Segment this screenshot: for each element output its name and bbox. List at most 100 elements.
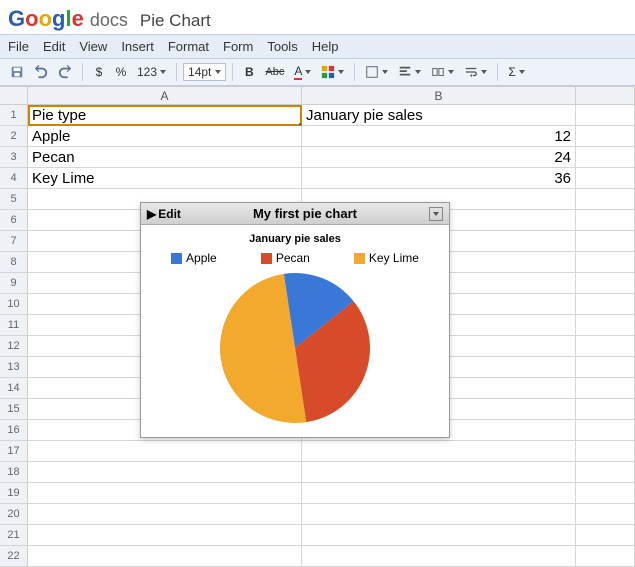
- cell-A17[interactable]: [28, 441, 302, 462]
- strike-button[interactable]: Abc: [261, 62, 288, 82]
- redo-icon[interactable]: [54, 62, 76, 82]
- cell-C10[interactable]: [576, 294, 635, 315]
- app-header: Google docs Pie Chart: [0, 0, 635, 34]
- undo-icon[interactable]: [30, 62, 52, 82]
- bold-button[interactable]: B: [239, 62, 259, 82]
- cell-B1[interactable]: January pie sales: [302, 105, 576, 126]
- row-header[interactable]: 20: [0, 504, 28, 525]
- cell-A4[interactable]: Key Lime: [28, 168, 302, 189]
- product-name: docs: [90, 10, 128, 31]
- cell-C7[interactable]: [576, 231, 635, 252]
- save-icon[interactable]: [6, 62, 28, 82]
- cell-A3[interactable]: Pecan: [28, 147, 302, 168]
- cell-A2[interactable]: Apple: [28, 126, 302, 147]
- row-header[interactable]: 9: [0, 273, 28, 294]
- cell-A18[interactable]: [28, 462, 302, 483]
- select-all-corner[interactable]: [0, 87, 28, 105]
- cell-C21[interactable]: [576, 525, 635, 546]
- cell-B22[interactable]: [302, 546, 576, 567]
- cell-B2[interactable]: 12: [302, 126, 576, 147]
- chart-header: ▶ Edit My first pie chart: [141, 203, 449, 225]
- cell-C15[interactable]: [576, 399, 635, 420]
- row-header[interactable]: 2: [0, 126, 28, 147]
- cell-B20[interactable]: [302, 504, 576, 525]
- menu-file[interactable]: File: [8, 39, 29, 54]
- cell-C14[interactable]: [576, 378, 635, 399]
- cell-C13[interactable]: [576, 357, 635, 378]
- borders-button[interactable]: [361, 62, 392, 82]
- document-title[interactable]: Pie Chart: [140, 11, 211, 31]
- row-header[interactable]: 6: [0, 210, 28, 231]
- row-header[interactable]: 16: [0, 420, 28, 441]
- row-header[interactable]: 19: [0, 483, 28, 504]
- wrap-button[interactable]: [460, 62, 491, 82]
- row-header[interactable]: 15: [0, 399, 28, 420]
- number-format[interactable]: 123: [133, 62, 170, 82]
- chart-subtitle: January pie sales: [149, 233, 441, 245]
- menu-tools[interactable]: Tools: [267, 39, 297, 54]
- col-header-C[interactable]: [576, 87, 635, 105]
- percent-format[interactable]: %: [111, 62, 131, 82]
- cell-C3[interactable]: [576, 147, 635, 168]
- cell-B19[interactable]: [302, 483, 576, 504]
- row-header[interactable]: 11: [0, 315, 28, 336]
- cell-C19[interactable]: [576, 483, 635, 504]
- cell-C6[interactable]: [576, 210, 635, 231]
- align-button[interactable]: [394, 62, 425, 82]
- cell-C4[interactable]: [576, 168, 635, 189]
- formula-button[interactable]: Σ: [504, 62, 528, 82]
- font-size-select[interactable]: 14pt: [183, 63, 226, 81]
- row-header[interactable]: 4: [0, 168, 28, 189]
- cell-A19[interactable]: [28, 483, 302, 504]
- menu-view[interactable]: View: [79, 39, 107, 54]
- row-header[interactable]: 17: [0, 441, 28, 462]
- cell-A21[interactable]: [28, 525, 302, 546]
- cell-B17[interactable]: [302, 441, 576, 462]
- chart-edit-button[interactable]: ▶ Edit: [147, 207, 181, 221]
- cell-C1[interactable]: [576, 105, 635, 126]
- menu-help[interactable]: Help: [312, 39, 339, 54]
- row-header[interactable]: 7: [0, 231, 28, 252]
- chart-menu-button[interactable]: [429, 207, 443, 221]
- row-header[interactable]: 12: [0, 336, 28, 357]
- cell-A1[interactable]: Pie type: [28, 105, 302, 126]
- row-header[interactable]: 10: [0, 294, 28, 315]
- menu-edit[interactable]: Edit: [43, 39, 65, 54]
- cell-A20[interactable]: [28, 504, 302, 525]
- menu-form[interactable]: Form: [223, 39, 253, 54]
- cell-B4[interactable]: 36: [302, 168, 576, 189]
- col-header-B[interactable]: B: [302, 87, 576, 105]
- cell-A22[interactable]: [28, 546, 302, 567]
- currency-format[interactable]: $: [89, 62, 109, 82]
- chart-container[interactable]: ▶ Edit My first pie chart January pie sa…: [140, 202, 450, 438]
- text-color-button[interactable]: A: [290, 62, 315, 82]
- cell-C18[interactable]: [576, 462, 635, 483]
- cell-B3[interactable]: 24: [302, 147, 576, 168]
- row-header[interactable]: 5: [0, 189, 28, 210]
- col-header-A[interactable]: A: [28, 87, 302, 105]
- cell-B21[interactable]: [302, 525, 576, 546]
- menu-insert[interactable]: Insert: [121, 39, 154, 54]
- cell-C8[interactable]: [576, 252, 635, 273]
- row-header[interactable]: 8: [0, 252, 28, 273]
- row-header[interactable]: 21: [0, 525, 28, 546]
- cell-C16[interactable]: [576, 420, 635, 441]
- row-header[interactable]: 3: [0, 147, 28, 168]
- cell-C12[interactable]: [576, 336, 635, 357]
- cell-C11[interactable]: [576, 315, 635, 336]
- cell-C22[interactable]: [576, 546, 635, 567]
- row-header[interactable]: 22: [0, 546, 28, 567]
- row-header[interactable]: 14: [0, 378, 28, 399]
- cell-B18[interactable]: [302, 462, 576, 483]
- cell-C2[interactable]: [576, 126, 635, 147]
- fill-color-button[interactable]: [317, 62, 348, 82]
- cell-C17[interactable]: [576, 441, 635, 462]
- row-header[interactable]: 13: [0, 357, 28, 378]
- merge-button[interactable]: [427, 62, 458, 82]
- cell-C5[interactable]: [576, 189, 635, 210]
- row-header[interactable]: 1: [0, 105, 28, 126]
- menu-format[interactable]: Format: [168, 39, 209, 54]
- cell-C20[interactable]: [576, 504, 635, 525]
- cell-C9[interactable]: [576, 273, 635, 294]
- row-header[interactable]: 18: [0, 462, 28, 483]
